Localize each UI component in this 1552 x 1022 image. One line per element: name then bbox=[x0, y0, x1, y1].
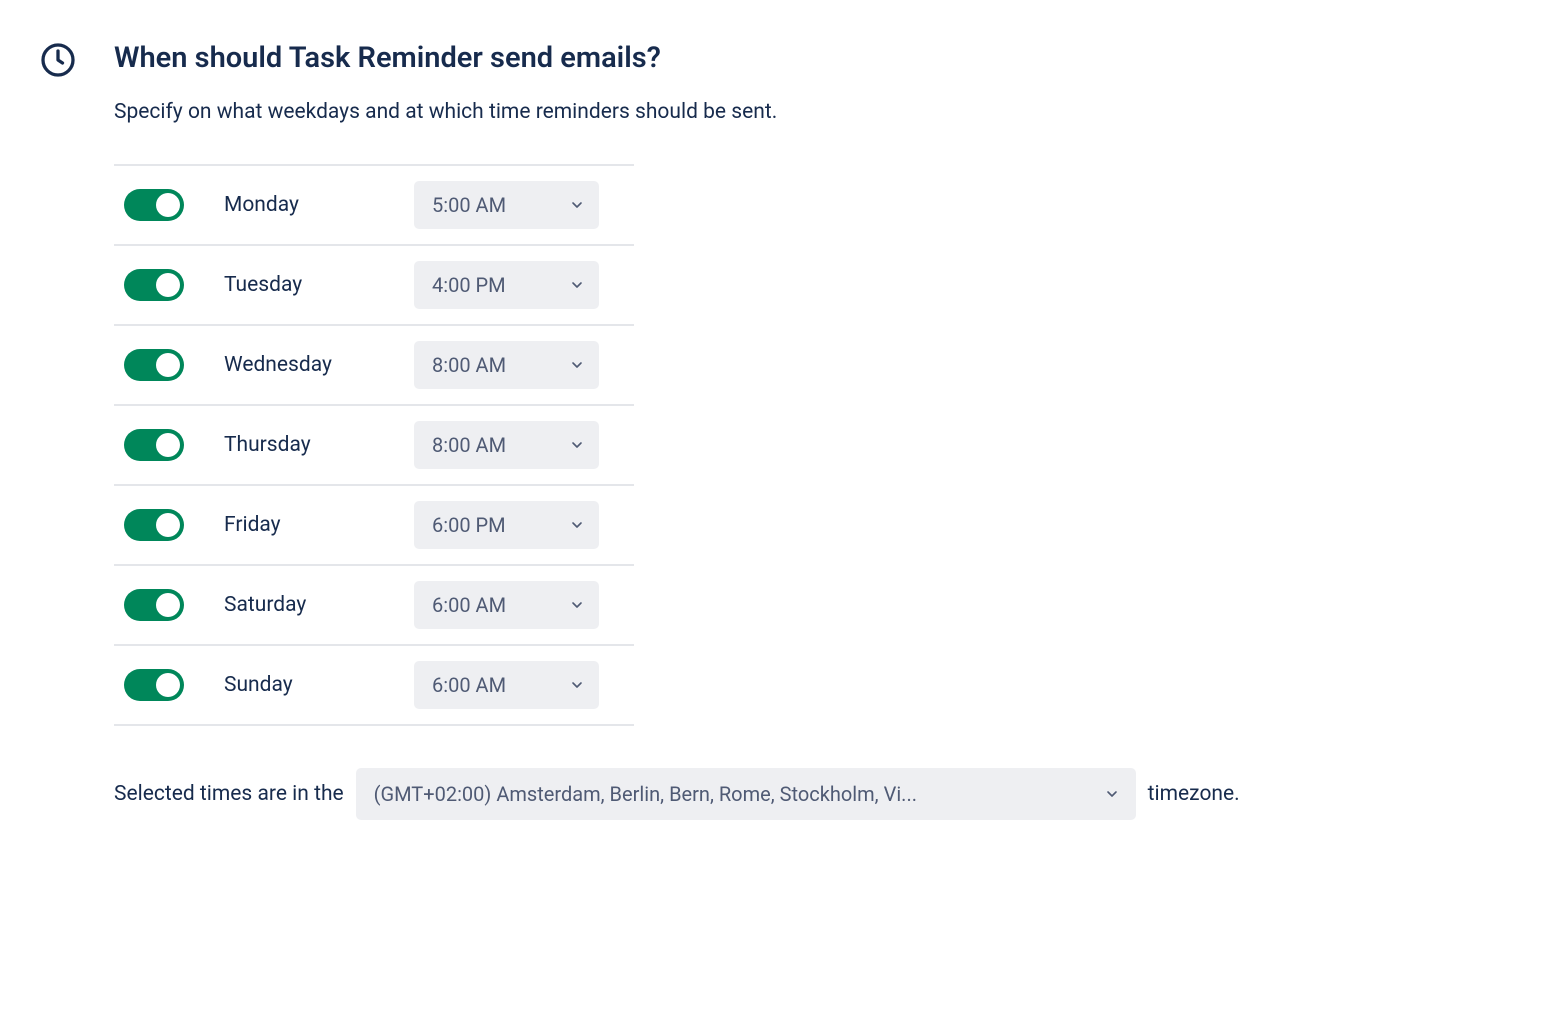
section-content: When should Task Reminder send emails? S… bbox=[114, 40, 1314, 820]
timezone-row: Selected times are in the (GMT+02:00) Am… bbox=[114, 768, 1314, 820]
chevron-down-icon bbox=[569, 437, 585, 453]
day-row-friday: Friday 6:00 PM bbox=[114, 486, 634, 566]
day-row-monday: Monday 5:00 AM bbox=[114, 166, 634, 246]
timezone-select[interactable]: (GMT+02:00) Amsterdam, Berlin, Bern, Rom… bbox=[356, 768, 1136, 820]
section-description: Specify on what weekdays and at which ti… bbox=[114, 100, 1314, 124]
chevron-down-icon bbox=[569, 197, 585, 213]
time-select-tuesday[interactable]: 4:00 PM bbox=[414, 261, 599, 309]
schedule-section: When should Task Reminder send emails? S… bbox=[40, 40, 1512, 820]
chevron-down-icon bbox=[569, 597, 585, 613]
day-label-wednesday: Wednesday bbox=[224, 353, 414, 377]
time-value: 6:00 AM bbox=[432, 673, 506, 697]
day-label-saturday: Saturday bbox=[224, 593, 414, 617]
toggle-monday[interactable] bbox=[124, 189, 184, 221]
time-value: 6:00 AM bbox=[432, 593, 506, 617]
toggle-sunday[interactable] bbox=[124, 669, 184, 701]
timezone-prefix: Selected times are in the bbox=[114, 782, 344, 806]
chevron-down-icon bbox=[1104, 786, 1120, 802]
time-select-thursday[interactable]: 8:00 AM bbox=[414, 421, 599, 469]
day-label-monday: Monday bbox=[224, 193, 414, 217]
time-value: 8:00 AM bbox=[432, 353, 506, 377]
timezone-value: (GMT+02:00) Amsterdam, Berlin, Bern, Rom… bbox=[374, 782, 1094, 806]
time-value: 8:00 AM bbox=[432, 433, 506, 457]
chevron-down-icon bbox=[569, 277, 585, 293]
time-value: 6:00 PM bbox=[432, 513, 506, 537]
toggle-saturday[interactable] bbox=[124, 589, 184, 621]
day-label-thursday: Thursday bbox=[224, 433, 414, 457]
section-heading: When should Task Reminder send emails? bbox=[114, 40, 1314, 76]
time-select-monday[interactable]: 5:00 AM bbox=[414, 181, 599, 229]
time-select-wednesday[interactable]: 8:00 AM bbox=[414, 341, 599, 389]
day-row-tuesday: Tuesday 4:00 PM bbox=[114, 246, 634, 326]
chevron-down-icon bbox=[569, 517, 585, 533]
timezone-suffix: timezone. bbox=[1148, 782, 1240, 806]
time-select-sunday[interactable]: 6:00 AM bbox=[414, 661, 599, 709]
day-label-sunday: Sunday bbox=[224, 673, 414, 697]
clock-icon bbox=[40, 42, 76, 82]
toggle-tuesday[interactable] bbox=[124, 269, 184, 301]
time-value: 5:00 AM bbox=[432, 193, 506, 217]
toggle-friday[interactable] bbox=[124, 509, 184, 541]
time-select-saturday[interactable]: 6:00 AM bbox=[414, 581, 599, 629]
chevron-down-icon bbox=[569, 357, 585, 373]
day-row-wednesday: Wednesday 8:00 AM bbox=[114, 326, 634, 406]
time-value: 4:00 PM bbox=[432, 273, 506, 297]
section-icon-wrap bbox=[40, 40, 114, 82]
day-label-tuesday: Tuesday bbox=[224, 273, 414, 297]
day-label-friday: Friday bbox=[224, 513, 414, 537]
chevron-down-icon bbox=[569, 677, 585, 693]
toggle-wednesday[interactable] bbox=[124, 349, 184, 381]
days-table: Monday 5:00 AM Tuesday 4:00 PM bbox=[114, 164, 634, 726]
time-select-friday[interactable]: 6:00 PM bbox=[414, 501, 599, 549]
toggle-thursday[interactable] bbox=[124, 429, 184, 461]
day-row-saturday: Saturday 6:00 AM bbox=[114, 566, 634, 646]
day-row-thursday: Thursday 8:00 AM bbox=[114, 406, 634, 486]
day-row-sunday: Sunday 6:00 AM bbox=[114, 646, 634, 726]
